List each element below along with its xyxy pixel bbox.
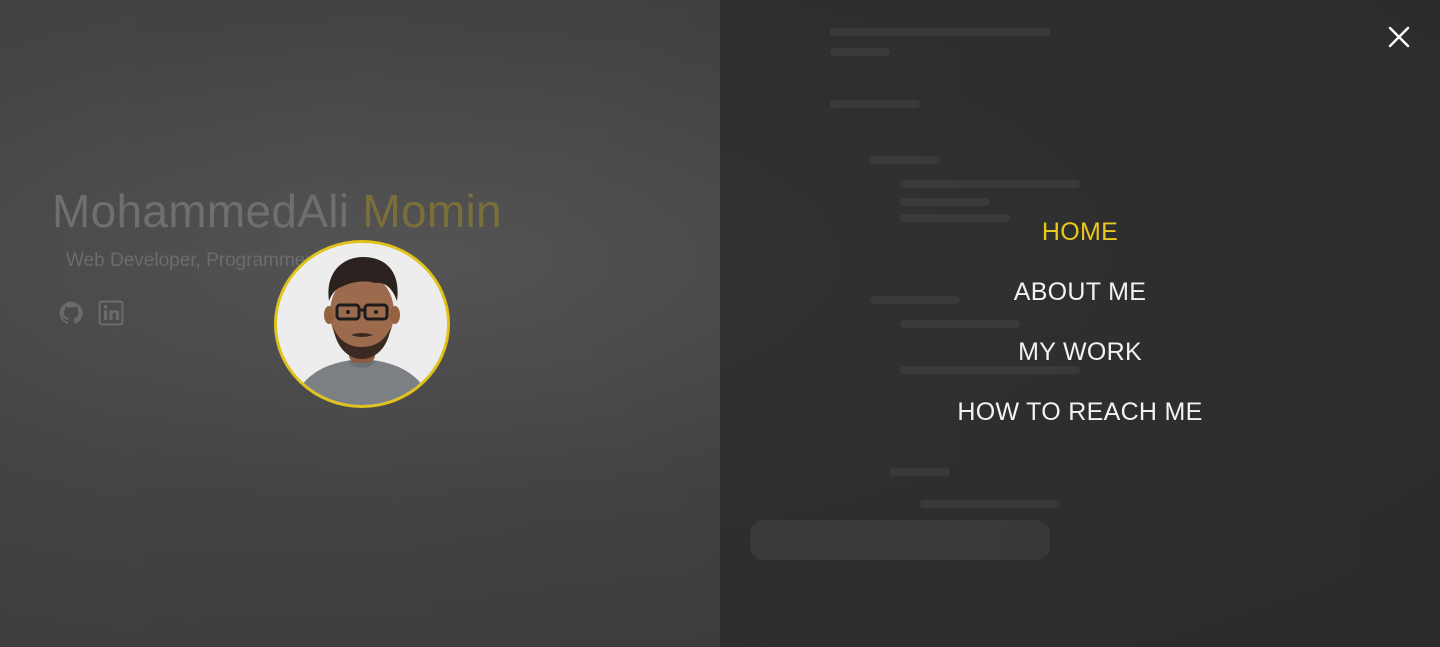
social-links [58,300,124,331]
menu-item-how-to-reach-me[interactable]: HOW TO REACH ME [957,380,1202,440]
main-menu: HOME ABOUT ME MY WORK HOW TO REACH ME [720,200,1440,440]
linkedin-link[interactable] [98,300,124,331]
menu-item-home[interactable]: HOME [1042,200,1118,260]
hero-first-name: MohammedAli [52,185,350,237]
hero-section: MohammedAli Momin Web Developer, Program… [52,184,502,272]
menu-item-my-work[interactable]: MY WORK [1018,320,1142,380]
hero-last-name: Momin [362,185,502,237]
close-icon [1388,26,1410,48]
hero-name: MohammedAli Momin [52,184,502,238]
linkedin-icon [98,300,124,326]
hero-subtitle: Web Developer, Programmer & Designer [66,250,411,271]
github-icon [59,301,83,324]
github-link[interactable] [58,300,84,331]
avatar [274,240,450,408]
menu-item-about-me[interactable]: ABOUT ME [1014,260,1147,320]
close-menu-button[interactable] [1384,22,1414,52]
profile-photo [277,243,447,405]
